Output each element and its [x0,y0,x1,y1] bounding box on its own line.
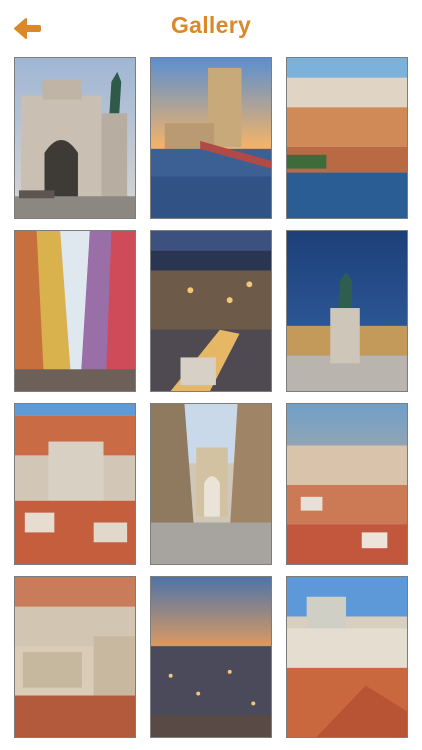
gallery-photo-city-twilight[interactable] [150,576,272,738]
gallery-photo-castle-rooftops[interactable] [286,576,408,738]
gallery-photo-city-panorama[interactable] [286,403,408,565]
gallery-photo-hillside-river[interactable] [286,57,408,219]
gallery-photo-square-statue[interactable] [286,230,408,392]
gallery-photo-rooftops-cathedral[interactable] [14,403,136,565]
gallery-photo-city-night[interactable] [150,230,272,392]
gallery-photo-arch-statue[interactable] [14,57,136,219]
header: Gallery [0,0,422,56]
gallery-photo-plaza-aerial[interactable] [14,576,136,738]
page-title: Gallery [170,12,252,38]
gallery-photo-colorful-street[interactable] [14,230,136,392]
gallery-photo-tower-river[interactable] [150,57,272,219]
gallery-photo-pedestrian-street[interactable] [150,403,272,565]
